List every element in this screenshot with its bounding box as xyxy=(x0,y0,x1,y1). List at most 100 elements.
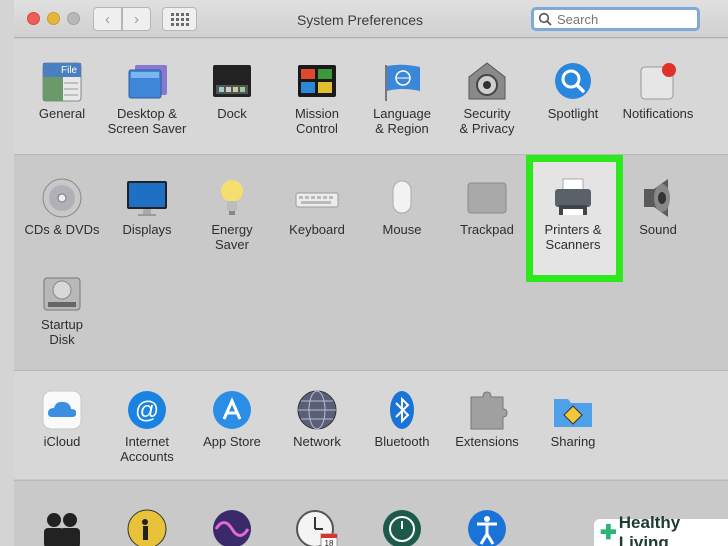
pane-label: Language & Region xyxy=(373,106,431,136)
pane-cds-dvds[interactable]: CDs & DVDs xyxy=(19,177,105,237)
time-machine-icon xyxy=(380,508,424,546)
general-icon: File xyxy=(40,61,84,102)
pane-energy-saver[interactable]: Energy Saver xyxy=(189,177,275,252)
pane-label: Keyboard xyxy=(289,222,345,237)
pane-sharing[interactable]: Sharing xyxy=(530,389,616,449)
pane-spotlight[interactable]: Spotlight xyxy=(530,61,616,121)
notifications-icon xyxy=(636,61,680,101)
pane-mouse[interactable]: Mouse xyxy=(359,177,445,237)
pane-label: Sound xyxy=(639,222,677,237)
pane-label: iCloud xyxy=(43,434,81,449)
svg-text:18: 18 xyxy=(325,539,334,546)
network-icon xyxy=(295,389,339,430)
search-field[interactable] xyxy=(531,7,700,31)
pane-label: Extensions xyxy=(455,434,519,449)
parental-controls-icon xyxy=(125,508,169,546)
pane-label: Mission Control xyxy=(294,106,340,136)
at-icon: @ xyxy=(125,389,169,429)
pane-startup-disk[interactable]: Startup Disk xyxy=(19,272,105,347)
pane-label: Printers & Scanners xyxy=(544,222,602,252)
pane-label: Notifications xyxy=(622,106,694,121)
security-icon xyxy=(465,61,509,101)
chevron-right-icon: › xyxy=(134,10,139,28)
pane-label: Energy Saver xyxy=(211,222,253,252)
dock-icon xyxy=(210,61,254,101)
pane-accessibility[interactable] xyxy=(444,508,530,546)
pane-bluetooth[interactable]: Bluetooth xyxy=(359,389,445,449)
pane-security-privacy[interactable]: Security & Privacy xyxy=(444,61,530,136)
language-icon xyxy=(380,61,424,101)
pane-icloud[interactable]: iCloud xyxy=(19,389,105,449)
trackpad-icon xyxy=(465,177,509,217)
pane-time-machine[interactable] xyxy=(359,508,445,546)
pane-internet-accounts[interactable]: @ Internet Accounts xyxy=(104,389,190,464)
app-store-icon xyxy=(210,389,254,429)
pane-label: Security & Privacy xyxy=(459,106,515,136)
pane-app-store[interactable]: App Store xyxy=(189,389,275,449)
accessibility-icon xyxy=(465,508,509,546)
pane-label: Trackpad xyxy=(460,222,514,237)
grid-icon xyxy=(170,12,189,26)
pane-keyboard[interactable]: Keyboard xyxy=(274,177,360,237)
users-icon xyxy=(40,508,84,546)
bluetooth-icon xyxy=(380,389,424,429)
pane-label: App Store xyxy=(203,434,261,449)
pane-trackpad[interactable]: Trackpad xyxy=(444,177,530,237)
pane-general[interactable]: File General xyxy=(19,61,105,121)
bulb-icon xyxy=(210,177,254,217)
pane-sound[interactable]: Sound xyxy=(615,177,701,237)
pane-extensions[interactable]: Extensions xyxy=(444,389,530,449)
pane-label: Sharing xyxy=(550,434,596,449)
keyboard-icon xyxy=(295,177,339,217)
pane-language-region[interactable]: Language & Region xyxy=(359,61,445,136)
chevron-left-icon: ‹ xyxy=(105,10,110,28)
pane-label: Spotlight xyxy=(547,106,599,121)
pane-notifications[interactable]: Notifications xyxy=(615,61,701,121)
forward-button[interactable]: › xyxy=(122,7,151,31)
pane-siri[interactable] xyxy=(189,508,275,546)
svg-text:@: @ xyxy=(135,397,159,424)
window-title: System Preferences xyxy=(296,12,424,28)
mission-control-icon xyxy=(295,61,339,101)
search-input[interactable] xyxy=(557,11,697,27)
desktop-icon xyxy=(125,61,169,101)
pane-desktop-screen-saver[interactable]: Desktop & Screen Saver xyxy=(104,61,190,136)
pane-dock[interactable]: Dock xyxy=(189,61,275,121)
pane-label: Desktop & Screen Saver xyxy=(107,106,187,136)
spotlight-icon xyxy=(551,61,595,101)
speaker-icon xyxy=(636,177,680,217)
pane-label: Internet Accounts xyxy=(120,434,174,464)
minimize-button[interactable] xyxy=(47,12,60,25)
mouse-icon xyxy=(380,177,424,217)
pane-printers-scanners[interactable]: Printers & Scanners xyxy=(530,177,616,252)
pane-network[interactable]: Network xyxy=(274,389,360,449)
display-icon xyxy=(125,177,169,217)
pane-label: CDs & DVDs xyxy=(24,222,100,237)
pane-label: Dock xyxy=(217,106,247,121)
pane-date-time[interactable]: 18 xyxy=(274,508,360,546)
show-all-button[interactable] xyxy=(162,7,197,31)
icloud-icon xyxy=(40,389,84,430)
watermark-text: Healthy Living xyxy=(618,512,681,546)
pane-users-groups[interactable] xyxy=(19,508,105,546)
pane-label: Bluetooth xyxy=(374,434,430,449)
plus-icon: ✚ xyxy=(600,522,617,544)
sharing-icon xyxy=(551,389,595,429)
close-button[interactable] xyxy=(27,12,40,25)
clock-icon: 18 xyxy=(295,508,339,546)
svg-text:File: File xyxy=(61,65,78,76)
pane-parental-controls[interactable] xyxy=(104,508,190,546)
printer-icon xyxy=(551,177,595,217)
zoom-button[interactable] xyxy=(67,12,80,25)
pane-label: Displays xyxy=(122,222,172,237)
pane-mission-control[interactable]: Mission Control xyxy=(274,61,360,136)
pane-label: General xyxy=(38,106,86,121)
siri-icon xyxy=(210,508,254,546)
pane-displays[interactable]: Displays xyxy=(104,177,190,237)
back-button[interactable]: ‹ xyxy=(93,7,122,31)
watermark-logo: ✚ Healthy Living xyxy=(594,513,728,546)
pane-label: Mouse xyxy=(382,222,422,237)
puzzle-icon xyxy=(465,389,509,430)
pane-label: Network xyxy=(293,434,341,449)
disk-icon xyxy=(40,272,84,312)
